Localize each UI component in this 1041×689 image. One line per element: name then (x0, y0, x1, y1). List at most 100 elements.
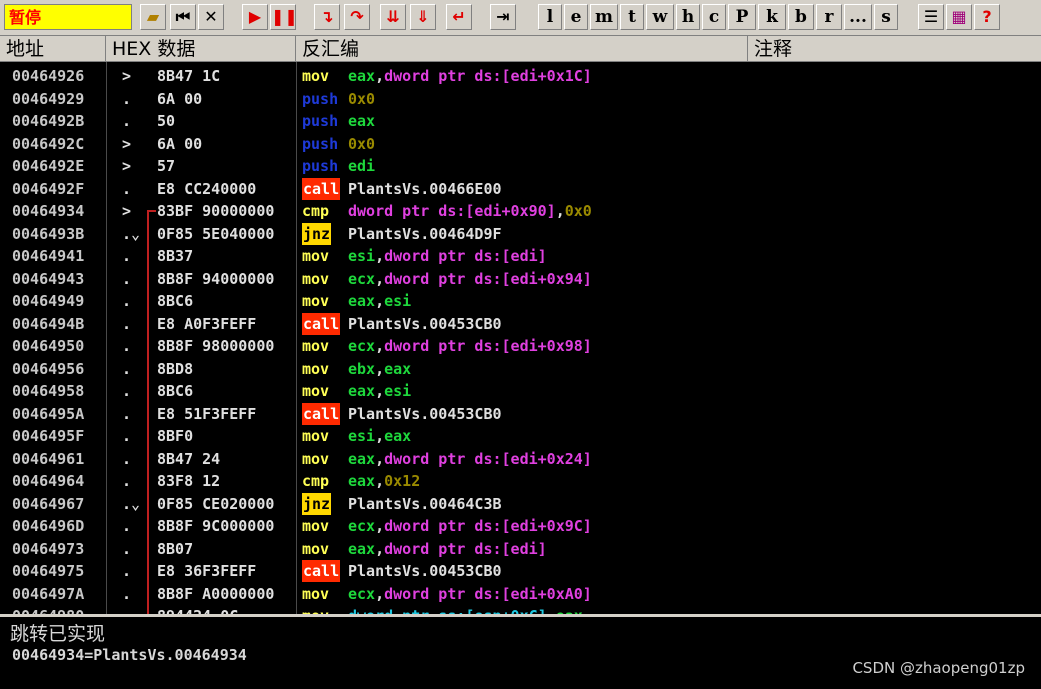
disasm-row[interactable]: 0046493B .⌄ 0F85 5E040000 jnz PlantsVs.00464… (0, 222, 1041, 245)
disasm-row[interactable]: 00464926 >8B47 1C mov eax,dword ptr ds:[edi… (0, 65, 1041, 87)
run-icon[interactable]: ▶ (242, 4, 268, 30)
list-icon[interactable]: ☰ (918, 4, 944, 30)
disasm-row[interactable]: 0046492C >6A 00 push 0x0 (0, 133, 1041, 155)
row-mnemonic: mov (302, 427, 330, 445)
disasm-row[interactable]: 00464980. 894424 0C mov dword ptr ss:[esp+0… (0, 605, 1041, 614)
window-button-w[interactable]: w (646, 4, 674, 30)
disasm-row[interactable]: 00464958. 8BC6 mov eax,esi (0, 380, 1041, 402)
window-button-e[interactable]: e (564, 4, 588, 30)
row-hex: E8 A0F3FEFF (157, 314, 257, 333)
operand: eax (348, 67, 376, 85)
row-hex: 8BC6 (157, 382, 194, 400)
row-operands: eax,0x12 (348, 470, 420, 492)
execute-till-return-icon[interactable]: ↵ (446, 4, 472, 30)
row-marker: . (122, 359, 132, 378)
row-operands: esi,dword ptr ds:[edi] (348, 245, 547, 267)
window-button-h[interactable]: h (676, 4, 700, 30)
window-button-s[interactable]: s (874, 4, 898, 30)
operand: ecx (348, 517, 376, 535)
row-operands: ebx,eax (348, 358, 411, 380)
disasm-row[interactable]: 00464949. 8BC6 mov eax,esi (0, 290, 1041, 312)
open-folder-icon[interactable]: ▰ (140, 4, 166, 30)
column-hex[interactable]: HEX 数据 (106, 36, 296, 62)
window-button-l[interactable]: l (538, 4, 562, 30)
row-address: 00464973 (12, 539, 85, 558)
trace-into-icon[interactable]: ⇊ (380, 4, 406, 30)
row-operands: eax (348, 110, 375, 132)
disasm-row[interactable]: 00464934 >83BF 90000000 cmp dword ptr ds:[e… (0, 200, 1041, 222)
pause-icon[interactable]: ❚❚ (270, 4, 298, 30)
row-address: 0046492C (12, 134, 85, 153)
window-button-more[interactable]: ... (844, 4, 872, 30)
row-operands: eax,dword ptr ds:[edi+0x24] (348, 448, 592, 470)
disasm-row[interactable]: 0046492F. E8 CC240000 call PlantsVs.00466E0… (0, 177, 1041, 200)
disasm-row[interactable]: 0046496D. 8B8F 9C000000 mov ecx,dword ptr d… (0, 515, 1041, 537)
row-mnemonic: mov (302, 292, 330, 310)
window-button-t[interactable]: t (620, 4, 644, 30)
window-button-c[interactable]: c (702, 4, 726, 30)
operand: esi (348, 247, 376, 265)
step-into-icon[interactable]: ↴ (314, 4, 340, 30)
row-marker: . (122, 539, 132, 558)
row-address: 0046494B (12, 314, 85, 333)
row-operands: PlantsVs.00453CB0 (348, 313, 502, 335)
operand: eax (384, 359, 412, 378)
window-button-b[interactable]: b (788, 4, 814, 30)
row-mnemonic: call (302, 177, 341, 200)
row-mnemonic: jnz (302, 222, 332, 245)
window-button-P[interactable]: P (728, 4, 756, 30)
row-operands: ecx,dword ptr ds:[edi+0xA0] (348, 583, 592, 605)
row-marker: . (122, 562, 132, 580)
row-marker: . (122, 337, 132, 355)
column-disassembly[interactable]: 反汇编 (296, 36, 748, 62)
operand: , (555, 202, 565, 220)
disasm-row[interactable]: 00464973. 8B07 mov eax,dword ptr ds:[edi] (0, 538, 1041, 560)
row-operands: ecx,dword ptr ds:[edi+0x98] (348, 335, 592, 357)
row-operands: eax,esi (348, 380, 411, 402)
disasm-row[interactable]: 00464967 .⌄ 0F85 CE020000 jnz PlantsVs.00464… (0, 492, 1041, 515)
column-address[interactable]: 地址 (0, 36, 106, 62)
window-button-k[interactable]: k (758, 4, 786, 30)
grid-icon[interactable]: ▦ (946, 4, 972, 30)
disasm-row[interactable]: 0046492B. 50 push eax (0, 110, 1041, 132)
disasm-row[interactable]: 0046492E >57 push edi (0, 155, 1041, 177)
operand: , (375, 67, 385, 85)
disasm-row[interactable]: 00464929. 6A 00 push 0x0 (0, 88, 1041, 110)
row-mnemonic: cmp (302, 472, 330, 490)
row-hex: 8BF0 (157, 427, 194, 445)
column-comment[interactable]: 注释 (748, 36, 1041, 62)
goto-icon[interactable]: ⇥ (490, 4, 516, 30)
row-address: 0046496D (12, 517, 85, 535)
disasm-row[interactable]: 0046494B. E8 A0F3FEFF call PlantsVs.00453CB… (0, 312, 1041, 335)
operand: , (375, 584, 385, 603)
disasm-row[interactable]: 00464956. 8BD8 mov ebx,eax (0, 358, 1041, 380)
disasm-row[interactable]: 0046495A. E8 51F3FEFF call PlantsVs.00453CB… (0, 402, 1041, 425)
window-button-r[interactable]: r (816, 4, 842, 30)
disasm-row[interactable]: 00464941. 8B37 mov esi,dword ptr ds:[edi] (0, 245, 1041, 267)
window-button-m[interactable]: m (590, 4, 618, 30)
disasm-row[interactable]: 00464961. 8B47 24 mov eax,dword ptr ds:[edi… (0, 448, 1041, 470)
row-operands: eax,dword ptr ds:[edi] (348, 538, 547, 560)
disasm-row[interactable]: 00464975. E8 36F3FEFF call PlantsVs.00453CB… (0, 560, 1041, 582)
row-address: 00464949 (12, 292, 85, 310)
operand: , (375, 269, 385, 288)
toolbar: 暂停 ▰ ⏮ ✕ ▶ ❚❚ ↴ ↷ ⇊ ⇓ ↵ ⇥ l e m t w h c … (0, 0, 1041, 36)
disasm-row[interactable]: 00464943. 8B8F 94000000 mov ecx,dword ptr d… (0, 268, 1041, 290)
row-marker: . (122, 472, 132, 490)
operand: dword ptr ds:[edi+0x9C] (384, 517, 592, 535)
disasm-row[interactable]: 0046495F. 8BF0 mov esi,eax (0, 425, 1041, 447)
operand: , (375, 517, 385, 535)
step-over-icon[interactable]: ↷ (344, 4, 370, 30)
trace-over-icon[interactable]: ⇓ (410, 4, 436, 30)
disassembly-pane[interactable]: 00464926 >8B47 1C mov eax,dword ptr ds:[edi… (0, 62, 1041, 614)
disasm-row[interactable]: 00464964. 83F8 12 cmp eax,0x12 (0, 470, 1041, 492)
disasm-row[interactable]: 0046497A. 8B8F A0000000 mov ecx,dword ptr d… (0, 583, 1041, 605)
row-marker: . (122, 292, 132, 310)
row-marker: . (122, 269, 132, 288)
close-icon[interactable]: ✕ (198, 4, 224, 30)
row-hex: 6A 00 (157, 89, 203, 108)
help-icon[interactable]: ? (974, 4, 1000, 30)
disasm-row[interactable]: 00464950. 8B8F 98000000 mov ecx,dword ptr d… (0, 335, 1041, 357)
rewind-icon[interactable]: ⏮ (170, 4, 196, 30)
operand: dword ptr ds:[edi+0x24] (384, 449, 592, 468)
